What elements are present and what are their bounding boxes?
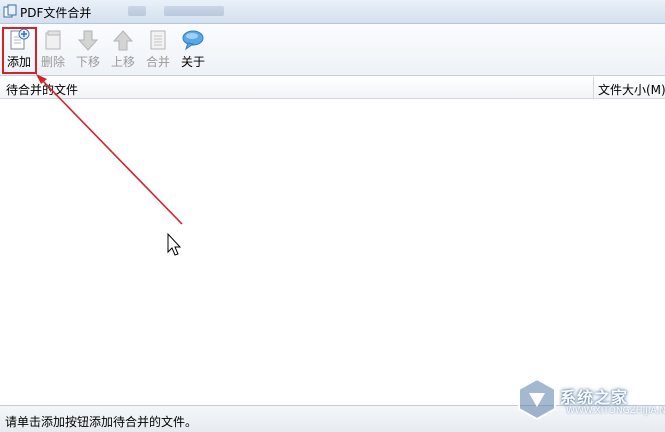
- watermark-text: 系统之家: [560, 388, 629, 407]
- column-header-files[interactable]: 待合并的文件: [6, 81, 78, 98]
- watermark-logo-icon: [518, 377, 556, 421]
- file-list-header: 待合并的文件 文件大小(M): [0, 77, 665, 99]
- move-down-button[interactable]: 下移: [71, 26, 105, 72]
- move-up-button[interactable]: 上移: [106, 26, 140, 72]
- blurred-titlebar-element: [164, 6, 224, 16]
- delete-button-label: 删除: [40, 55, 65, 69]
- arrow-down-icon: [77, 30, 99, 51]
- delete-document-icon: [45, 30, 61, 50]
- watermark-url: WWW.XITONGZHIJIA.NET: [566, 406, 665, 416]
- speech-bubble-icon: [182, 30, 204, 51]
- about-button[interactable]: 关于: [176, 26, 210, 72]
- arrow-up-icon: [112, 30, 134, 51]
- file-list[interactable]: [0, 99, 665, 405]
- app-icon: [3, 4, 17, 18]
- move-down-button-label: 下移: [75, 55, 100, 69]
- title-bar[interactable]: PDF文件合并: [0, 0, 665, 24]
- merge-button-label: 合并: [145, 55, 170, 69]
- add-button-label: 添加: [6, 55, 31, 69]
- column-header-size[interactable]: 文件大小(M): [593, 77, 665, 98]
- add-document-icon: [10, 28, 30, 50]
- app-window: PDF文件合并 添加 删除 下移 上移 合并 关于 待合并的文件 文件大小(M)…: [0, 0, 665, 432]
- blurred-titlebar-element: [128, 6, 146, 16]
- add-button[interactable]: 添加: [2, 26, 36, 72]
- status-text: 请单击添加按钮添加待合并的文件。: [5, 415, 198, 429]
- window-title: PDF文件合并: [20, 6, 92, 20]
- watermark: 系统之家 WWW.XITONGZHIJIA.NET: [510, 370, 665, 428]
- merge-button[interactable]: 合并: [141, 26, 175, 72]
- move-up-button-label: 上移: [110, 55, 135, 69]
- about-button-label: 关于: [180, 55, 205, 69]
- delete-button[interactable]: 删除: [36, 26, 70, 72]
- toolbar: 添加 删除 下移 上移 合并 关于: [0, 24, 665, 76]
- merge-document-icon: [150, 30, 166, 50]
